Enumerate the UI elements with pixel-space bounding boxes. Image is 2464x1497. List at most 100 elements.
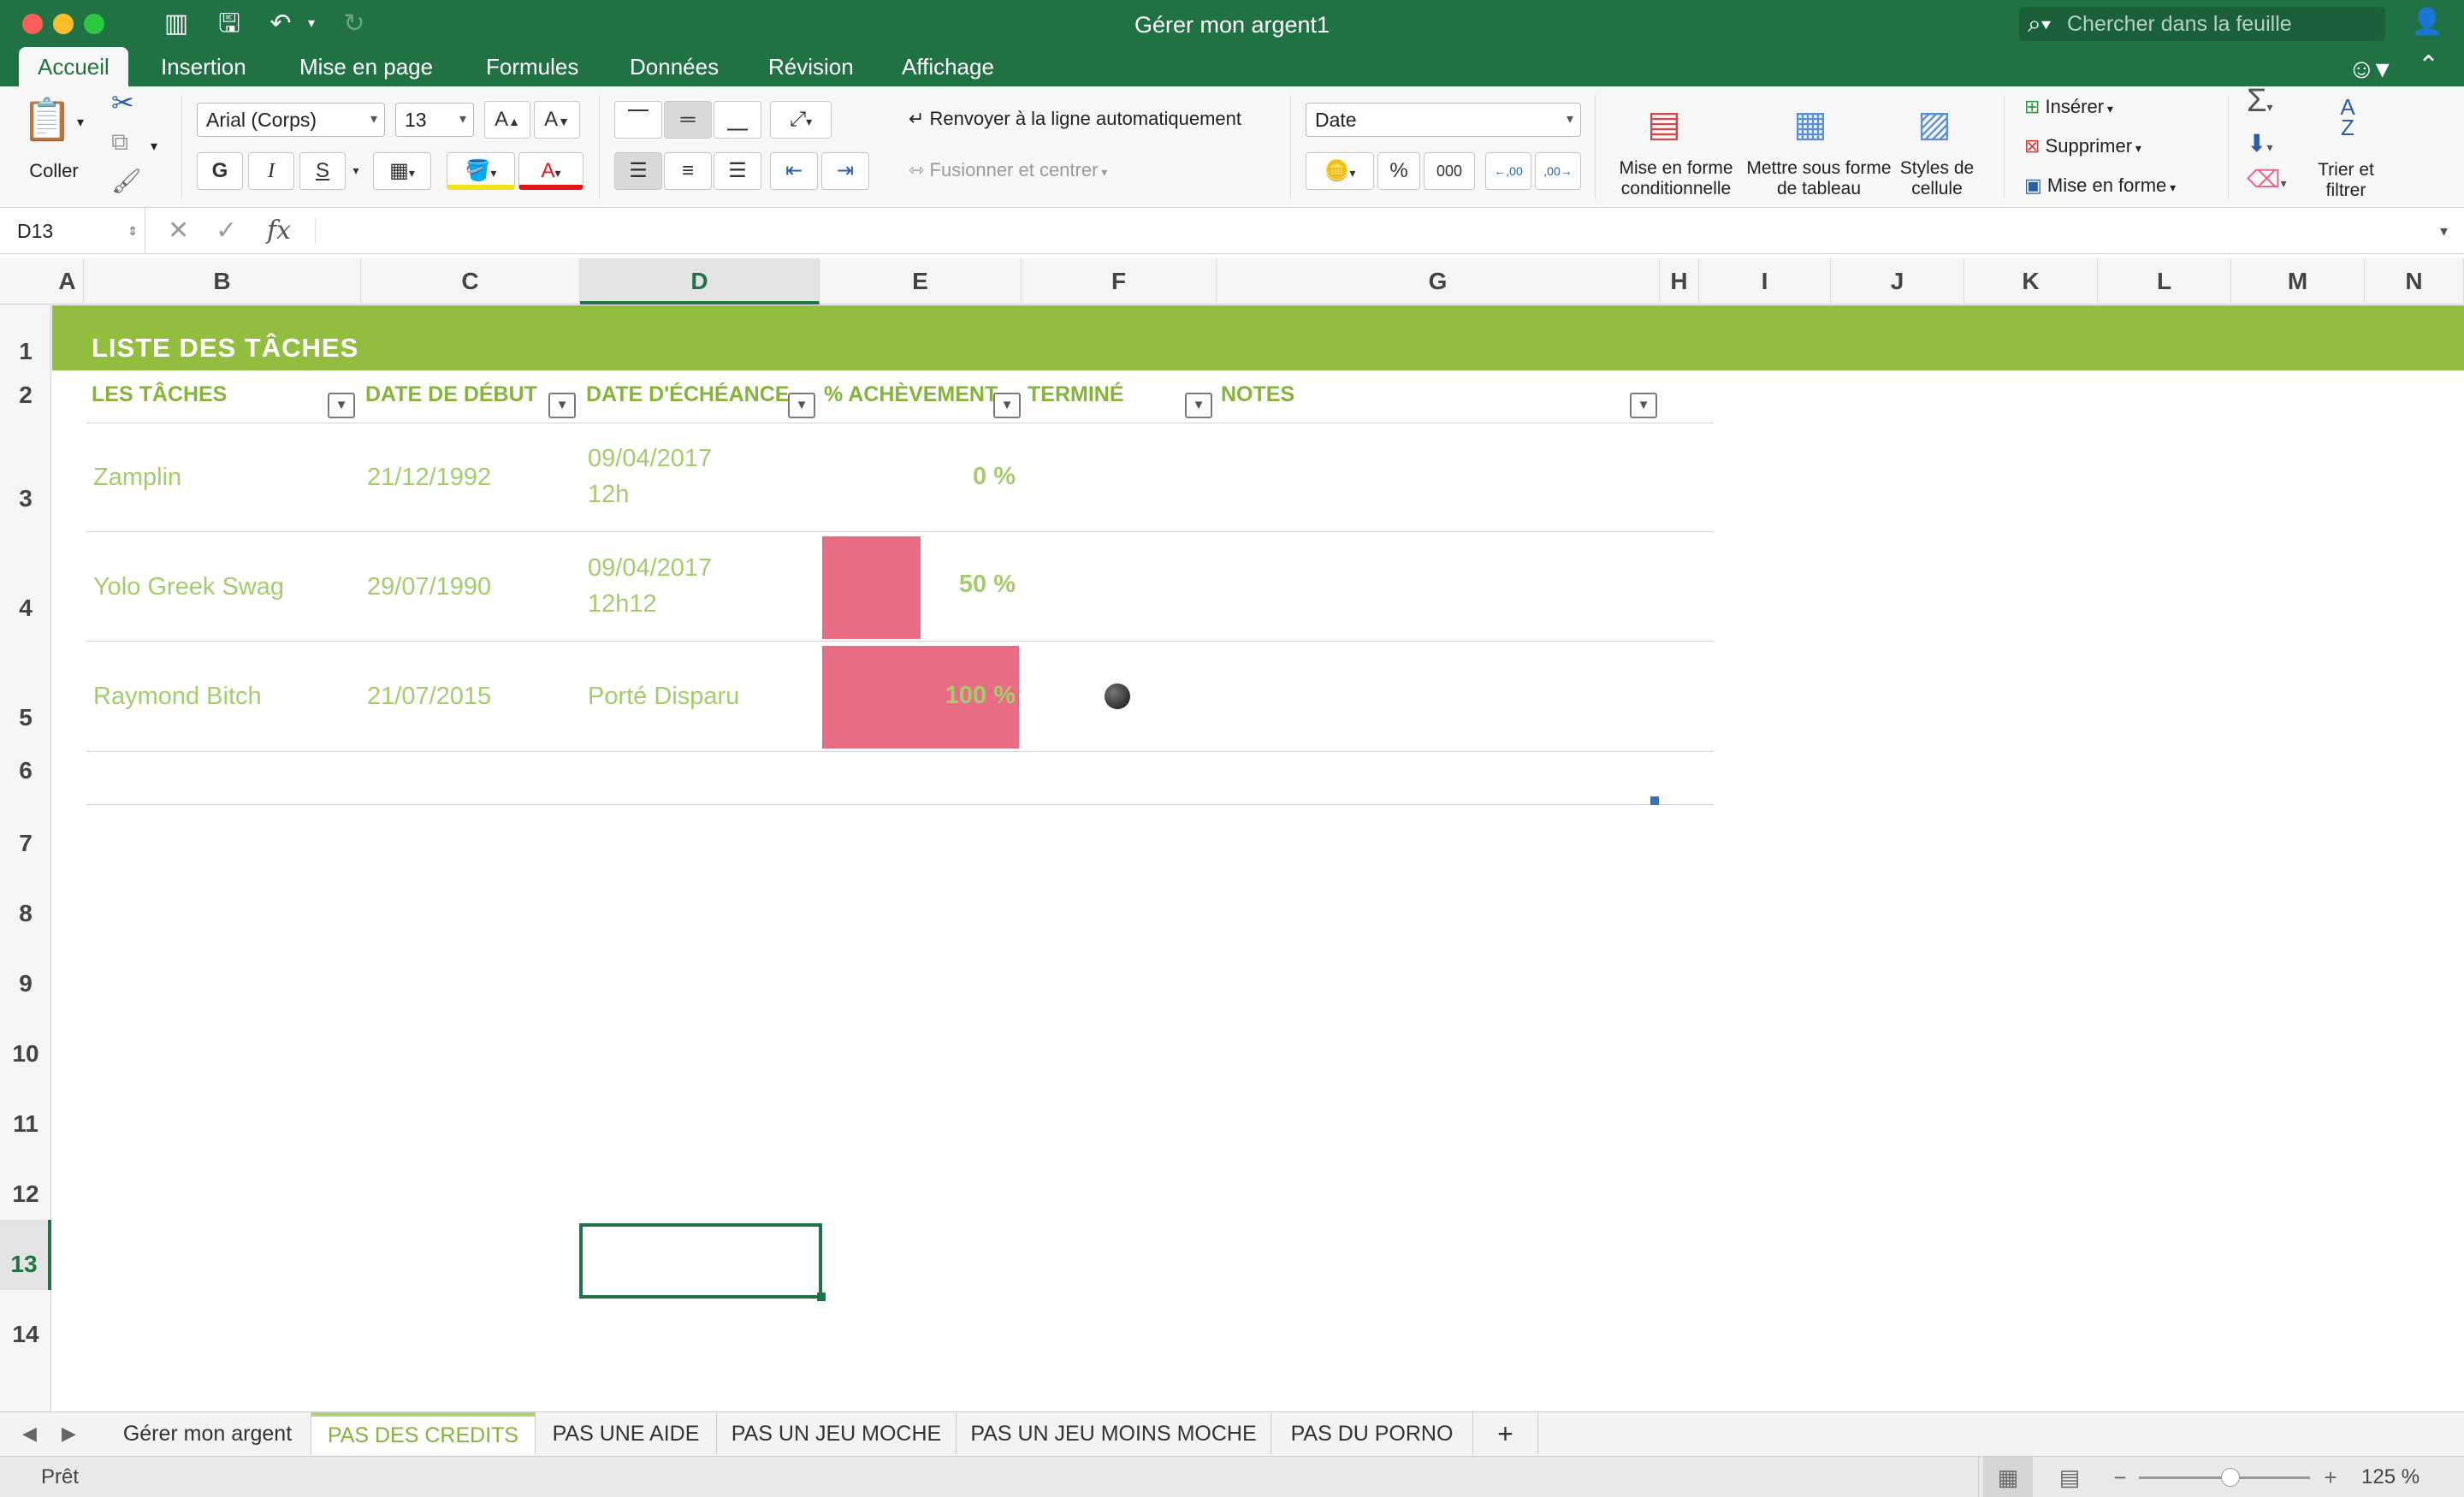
sheet-tab-pas-un-jeu-moins-moche[interactable]: PAS UN JEU MOINS MOCHE xyxy=(957,1412,1271,1455)
font-size-select[interactable]: 13 ▾ xyxy=(395,103,474,137)
zoom-out-button[interactable]: − xyxy=(2105,1457,2135,1497)
decrease-font-size-button[interactable]: A▼ xyxy=(534,101,580,139)
conditional-format-icon[interactable]: ▤ xyxy=(1634,98,1694,150)
font-name-select[interactable]: Arial (Corps) ▾ xyxy=(197,103,385,137)
align-right-button[interactable]: ☰ xyxy=(714,152,761,190)
accounting-format-button[interactable]: 🪙▾ xyxy=(1306,152,1374,190)
cell-styles-icon[interactable]: ▨ xyxy=(1904,98,1964,150)
comma-style-button[interactable]: 000 xyxy=(1424,152,1475,190)
fill-color-button[interactable]: 🪣▾ xyxy=(447,152,515,190)
page-layout-view-icon[interactable]: ▤ xyxy=(2045,1457,2094,1497)
font-color-button[interactable]: A▾ xyxy=(518,152,583,190)
tab-mise-en-page[interactable]: Mise en page xyxy=(281,47,452,86)
tab-affichage[interactable]: Affichage xyxy=(883,47,1013,86)
due-date-cell[interactable]: 09/04/2017 xyxy=(588,441,712,476)
align-top-button[interactable]: ⎺ xyxy=(614,101,662,139)
underline-button[interactable]: S xyxy=(299,152,346,190)
align-left-button[interactable]: ☰ xyxy=(614,152,662,190)
italic-button[interactable]: I xyxy=(248,152,294,190)
next-sheet-icon[interactable]: ▶ xyxy=(62,1412,76,1455)
table-resize-handle[interactable] xyxy=(1650,796,1659,805)
row-header-4[interactable]: 4 xyxy=(0,527,51,636)
column-header-b[interactable]: B xyxy=(84,258,361,305)
format-as-table-icon[interactable]: ▦ xyxy=(1776,98,1845,150)
underline-dropdown-icon[interactable]: ▾ xyxy=(347,152,364,190)
copy-dropdown-icon[interactable]: ▾ xyxy=(151,136,157,158)
row-header-8[interactable]: 8 xyxy=(0,869,51,939)
format-cells-button[interactable]: ▣ Mise en forme ▾ xyxy=(2024,174,2176,199)
completion-percent[interactable]: 50 % xyxy=(870,571,1016,599)
column-header-e[interactable]: E xyxy=(820,258,1022,305)
row-header-3[interactable]: 3 xyxy=(0,417,51,527)
selected-cell-d13[interactable] xyxy=(579,1223,822,1299)
filter-dropdown-completion[interactable]: ▼ xyxy=(993,393,1021,418)
due-date-cell[interactable]: Porté Disparu xyxy=(588,678,739,714)
task-name-cell[interactable]: Zamplin xyxy=(93,459,181,495)
fill-icon[interactable]: ⬇▾ xyxy=(2247,132,2273,158)
sheet-tab-pas-un-jeu-moche[interactable]: PAS UN JEU MOCHE xyxy=(717,1412,957,1455)
delete-cells-button[interactable]: ⊠ Supprimer ▾ xyxy=(2024,134,2141,160)
zoom-slider-handle[interactable] xyxy=(2221,1468,2240,1487)
column-header-i[interactable]: I xyxy=(1699,258,1831,305)
column-header-n[interactable]: N xyxy=(2365,258,2464,305)
previous-sheet-icon[interactable]: ◀ xyxy=(22,1412,37,1455)
column-header-g[interactable]: G xyxy=(1217,258,1660,305)
row-header-13[interactable]: 13 xyxy=(0,1220,51,1290)
decrease-decimal-button[interactable]: ,00→ xyxy=(1535,152,1581,190)
column-header-f[interactable]: F xyxy=(1022,258,1217,305)
merge-center-button[interactable]: ⇿ Fusionner et centrer ▾ xyxy=(909,158,1107,184)
sheet-grid[interactable]: LISTE DES TÂCHES LES TÂCHES ▼ DATE DE DÉ… xyxy=(52,305,2464,1411)
tab-accueil[interactable]: Accueil xyxy=(19,47,128,86)
filter-dropdown-due[interactable]: ▼ xyxy=(788,393,815,418)
add-sheet-button[interactable]: + xyxy=(1473,1412,1538,1455)
conditional-format-button[interactable]: Mise en forme conditionnelle xyxy=(1612,158,1740,199)
start-date-cell[interactable]: 21/07/2015 xyxy=(367,678,491,714)
completion-percent[interactable]: 0 % xyxy=(870,463,1016,491)
column-header-c[interactable]: C xyxy=(361,258,580,305)
clear-icon[interactable]: ⌫▾ xyxy=(2247,168,2287,194)
column-header-d[interactable]: D xyxy=(580,258,820,305)
row-header-9[interactable]: 9 xyxy=(0,939,51,1009)
formula-input[interactable] xyxy=(325,208,2430,254)
filter-dropdown-start[interactable]: ▼ xyxy=(548,393,576,418)
search-input[interactable]: ⌕▾ Chercher dans la feuille xyxy=(2019,7,2385,41)
filter-dropdown-done[interactable]: ▼ xyxy=(1185,393,1212,418)
completion-percent[interactable]: 100 % xyxy=(870,682,1016,710)
paste-dropdown-icon[interactable]: ▾ xyxy=(77,112,84,134)
paste-icon[interactable]: 📋 xyxy=(17,95,77,146)
row-header-11[interactable]: 11 xyxy=(0,1080,51,1150)
column-header-l[interactable]: L xyxy=(2098,258,2231,305)
increase-font-size-button[interactable]: A▲ xyxy=(484,101,530,139)
add-person-icon[interactable]: 👤 xyxy=(2411,7,2443,37)
orientation-button[interactable]: ⤢▾ xyxy=(770,101,832,139)
sort-filter-button[interactable]: Trier et filtrer xyxy=(2303,160,2389,201)
cell-styles-button[interactable]: Styles de cellule xyxy=(1896,158,1978,199)
task-name-cell[interactable]: Yolo Greek Swag xyxy=(93,569,284,605)
row-header-2[interactable]: 2 xyxy=(0,370,51,417)
tab-revision[interactable]: Révision xyxy=(749,47,873,86)
start-date-cell[interactable]: 29/07/1990 xyxy=(367,569,491,605)
column-header-j[interactable]: J xyxy=(1831,258,1964,305)
column-header-m[interactable]: M xyxy=(2231,258,2365,305)
filter-dropdown-notes[interactable]: ▼ xyxy=(1630,393,1657,418)
borders-button[interactable]: ▦▾ xyxy=(373,152,431,190)
row-header-6[interactable]: 6 xyxy=(0,746,51,799)
format-as-table-button[interactable]: Mettre sous forme de tableau xyxy=(1745,158,1892,199)
column-header-k[interactable]: K xyxy=(1964,258,2098,305)
sheet-tab-pas-des-credits[interactable]: PAS DES CREDITS xyxy=(311,1412,536,1455)
sheet-tab-gerer-mon-argent[interactable]: Gérer mon argent xyxy=(104,1412,311,1455)
sheet-tab-pas-une-aide[interactable]: PAS UNE AIDE xyxy=(536,1412,717,1455)
zoom-in-button[interactable]: + xyxy=(2315,1457,2346,1497)
row-header-1[interactable]: 1 xyxy=(0,305,51,370)
paste-button[interactable]: Coller xyxy=(24,160,84,182)
fill-handle[interactable] xyxy=(817,1293,826,1301)
row-header-7[interactable]: 7 xyxy=(0,799,51,869)
sheet-tab-pas-du-porno[interactable]: PAS DU PORNO xyxy=(1271,1412,1473,1455)
row-header-14[interactable]: 14 xyxy=(0,1290,51,1360)
copy-icon[interactable]: ⧉ xyxy=(111,130,128,154)
cut-icon[interactable]: ✂ xyxy=(111,89,134,116)
start-date-cell[interactable]: 21/12/1992 xyxy=(367,459,491,495)
tab-insertion[interactable]: Insertion xyxy=(142,47,265,86)
tab-formules[interactable]: Formules xyxy=(467,47,597,86)
confirm-icon[interactable]: ✓ xyxy=(216,208,237,254)
